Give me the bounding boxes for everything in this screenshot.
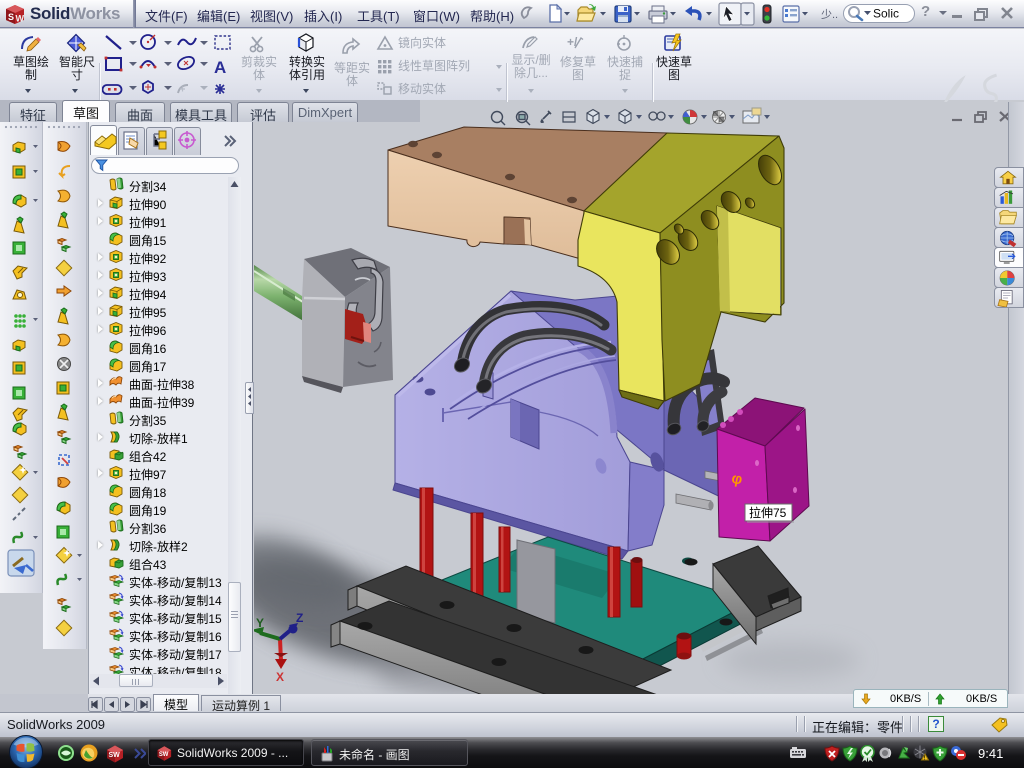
svg-text:Solic: Solic [873, 7, 899, 21]
svg-text:S: S [8, 12, 14, 22]
svg-text:Y: Y [256, 616, 264, 630]
svg-text:SW: SW [159, 752, 169, 758]
svg-text:少..: 少.. [821, 8, 838, 21]
svg-text:X: X [276, 670, 284, 684]
svg-text:Z: Z [296, 611, 303, 625]
svg-text:拉伸75: 拉伸75 [749, 505, 787, 520]
svg-text:SW: SW [109, 752, 121, 759]
svg-text:W: W [16, 14, 25, 24]
svg-text:A: A [214, 58, 226, 77]
